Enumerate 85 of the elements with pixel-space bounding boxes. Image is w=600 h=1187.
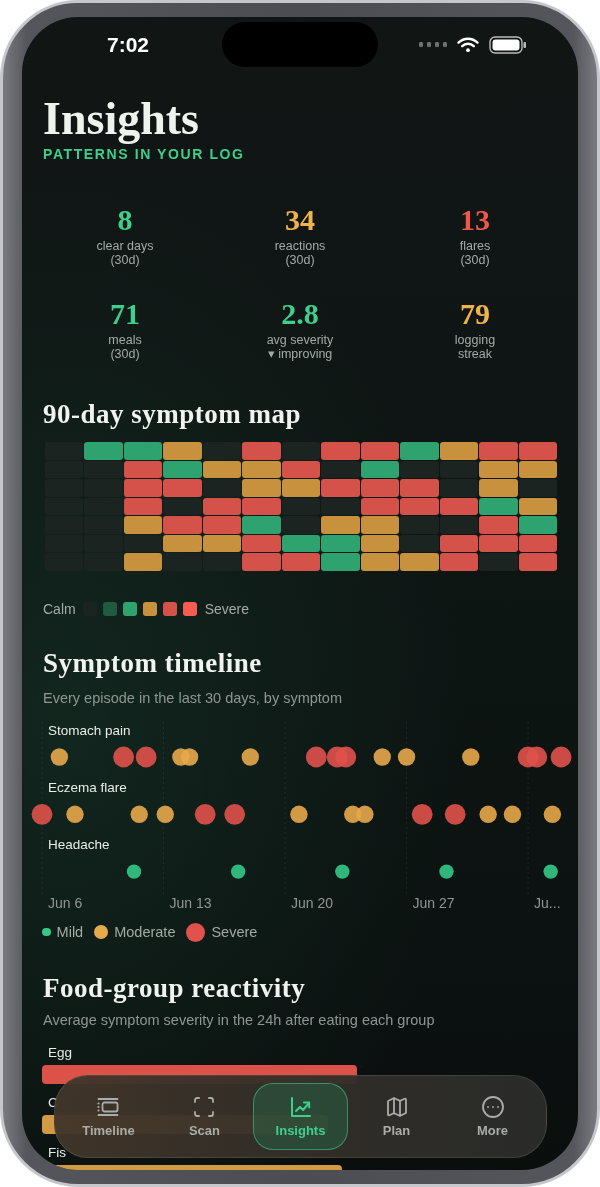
stat-label: logging xyxy=(454,332,496,347)
episode-dot xyxy=(194,803,216,825)
episode-dot xyxy=(66,805,84,823)
episode-dot xyxy=(411,803,433,825)
episode-dot xyxy=(444,803,466,825)
legend-label: Calm xyxy=(43,601,76,617)
episode-dot xyxy=(462,748,480,766)
more-icon xyxy=(480,1095,505,1119)
symptom-label: Stomach pain xyxy=(48,722,131,738)
stat-note: (30d) xyxy=(460,252,490,267)
section-subtitle: Every episode in the last 30 days, by symptom xyxy=(43,689,342,707)
stat-note: streak xyxy=(457,346,492,361)
episode-dot xyxy=(290,805,308,823)
status-time: 7:02 xyxy=(107,32,149,57)
episode-dot xyxy=(113,746,134,768)
cellular-signal-icon xyxy=(419,42,447,47)
stat-value: 13 xyxy=(460,203,490,236)
legend-label: Severe xyxy=(211,923,258,941)
stat-value: 8 xyxy=(117,203,133,236)
stat-note: (30d) xyxy=(110,252,140,267)
episode-dot xyxy=(373,748,391,766)
section-title: Symptom timeline xyxy=(43,647,262,678)
date-label: Jun 6 xyxy=(48,894,83,911)
episode-dot xyxy=(335,746,357,768)
stat-value: 71 xyxy=(110,297,140,330)
stat-label: avg severity xyxy=(266,332,334,347)
episode-dot xyxy=(526,746,548,768)
episode-dot xyxy=(356,805,374,823)
episode-dot xyxy=(230,864,246,879)
nav-tab[interactable]: Timeline xyxy=(75,1083,142,1150)
food-group-label: C xyxy=(47,1095,58,1112)
episode-dot xyxy=(180,748,199,766)
date-label: Jun 20 xyxy=(291,894,334,911)
stat-value: 79 xyxy=(460,297,490,330)
card-list-icon xyxy=(96,1095,121,1119)
episode-dot xyxy=(543,805,562,823)
battery-icon xyxy=(489,35,527,54)
episode-dot xyxy=(439,864,454,879)
wifi-icon xyxy=(457,36,479,53)
symptom-label: Headache xyxy=(48,837,110,853)
map-icon xyxy=(384,1095,409,1119)
page-subtitle: PATTERNS IN YOUR LOG xyxy=(43,146,245,162)
episode-dot xyxy=(135,746,157,768)
symptom-label: Eczema flare xyxy=(48,779,127,795)
line-chart-icon xyxy=(288,1095,313,1119)
legend-label: Moderate xyxy=(114,923,176,941)
stat-value: 34 xyxy=(285,203,315,236)
section-title: Food-group reactivity xyxy=(43,972,306,1003)
scan-frame-icon xyxy=(192,1095,217,1119)
section-title: 90-day symptom map xyxy=(43,399,301,429)
stat-label: reactions xyxy=(274,238,326,253)
page-title: Insights xyxy=(43,95,199,142)
date-label: Jun 27 xyxy=(412,894,455,911)
episode-dot xyxy=(543,864,558,879)
nav-tab[interactable]: More xyxy=(469,1083,516,1150)
date-label: Ju... xyxy=(534,894,561,911)
episode-dot xyxy=(550,746,572,768)
episode-dot xyxy=(130,805,148,823)
stat-value: 2.8 xyxy=(281,297,319,330)
episode-dot xyxy=(305,746,327,768)
stat-note: ▾ improving xyxy=(267,346,333,361)
legend-label: Severe xyxy=(204,601,250,617)
date-label: Jun 13 xyxy=(169,894,212,911)
nav-tab[interactable]: Plan xyxy=(375,1083,418,1150)
episode-dot xyxy=(156,805,174,823)
stat-note: (30d) xyxy=(110,346,140,361)
episode-dot xyxy=(335,864,350,879)
food-group-label: Fis xyxy=(47,1145,66,1162)
stat-label: flares xyxy=(459,238,491,253)
episode-dot xyxy=(126,864,142,879)
stat-label: meals xyxy=(108,332,142,347)
episode-dot xyxy=(50,748,69,766)
episode-dot xyxy=(397,748,416,766)
section-subtitle: Average symptom severity in the 24h after eating each group xyxy=(43,1011,435,1029)
stat-note: (30d) xyxy=(285,252,315,267)
episode-dot xyxy=(31,803,53,825)
nav-tab[interactable]: Scan xyxy=(181,1083,228,1150)
episode-dot xyxy=(503,805,522,823)
food-group-label: Egg xyxy=(47,1045,73,1062)
episode-dot xyxy=(479,805,497,823)
stat-label: clear days xyxy=(96,238,154,253)
episode-dot xyxy=(241,748,259,766)
nav-tab[interactable]: Insights xyxy=(253,1083,348,1150)
legend-label: Mild xyxy=(56,923,84,941)
episode-dot xyxy=(224,803,246,825)
